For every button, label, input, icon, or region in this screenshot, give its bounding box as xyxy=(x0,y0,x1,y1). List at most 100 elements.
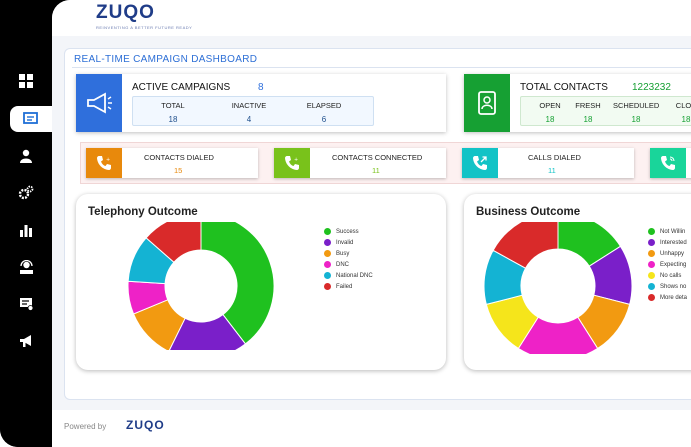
contacts-dialed-card[interactable]: + CONTACTS DIALED 15 xyxy=(86,148,258,178)
active-campaigns-card[interactable]: ACTIVE CAMPAIGNS 8 TOTAL 18 INACTIVE 4 ELA… xyxy=(76,74,446,132)
business-donut-chart xyxy=(483,222,633,354)
phone-icon: + xyxy=(86,148,122,178)
total-contacts-card[interactable]: TOTAL CONTACTS 1223232 OPEN 18 FRESH 18 SC… xyxy=(464,74,691,132)
stat-label: SCHEDULED xyxy=(613,101,660,110)
stat-value: 4 xyxy=(246,115,252,124)
stat-open: OPEN 18 xyxy=(535,101,565,124)
legend-item: More deta xyxy=(648,292,687,303)
ringing-phone-icon xyxy=(650,148,686,178)
gears-icon[interactable] xyxy=(12,180,40,206)
legend-label: Success xyxy=(336,228,359,235)
legend-label: Interested xyxy=(660,239,687,246)
legend-item: Failed xyxy=(324,281,373,292)
legend-swatch xyxy=(648,272,655,279)
legend-swatch xyxy=(648,239,655,246)
legend-swatch xyxy=(648,261,655,268)
stat-label: ELAPSED xyxy=(306,101,342,110)
legend-swatch xyxy=(324,272,331,279)
bar-chart-icon[interactable] xyxy=(12,217,40,243)
legend-swatch xyxy=(324,261,331,268)
legend-swatch xyxy=(648,294,655,301)
total-contacts-label: TOTAL CONTACTS xyxy=(520,82,608,93)
stat-label: TOTAL xyxy=(161,101,185,110)
stat-label: INACTIVE xyxy=(231,101,267,110)
telephony-legend: Success Invalid Busy DNC National DNC Fa… xyxy=(324,226,373,292)
stat-value: 18 xyxy=(545,115,555,124)
stat-fresh: FRESH 18 xyxy=(571,101,605,124)
business-legend: Not Willin Interested Unhappy Expecting … xyxy=(648,226,687,303)
contacts-connected-card[interactable]: + CONTACTS CONNECTED 11 xyxy=(274,148,446,178)
svg-text:+: + xyxy=(294,157,298,163)
user-icon[interactable] xyxy=(12,143,40,169)
calls-dialed-value: 11 xyxy=(548,166,556,175)
sidebar xyxy=(0,0,52,447)
chart-title: Business Outcome xyxy=(476,206,581,218)
legend-item: Expecting xyxy=(648,259,687,270)
legend-label: Unhappy xyxy=(660,250,685,257)
legend-swatch xyxy=(648,283,655,290)
legend-label: Invalid xyxy=(336,239,354,246)
stat-value: 18 xyxy=(631,115,641,124)
legend-label: Shows no xyxy=(660,283,687,290)
phone-icon: + xyxy=(274,148,310,178)
report-icon[interactable] xyxy=(12,291,40,317)
legend-label: DNC xyxy=(336,261,349,268)
powered-by-text: Powered by xyxy=(64,422,107,431)
legend-item: National DNC xyxy=(324,270,373,281)
stat-closed: CLOS 18 xyxy=(671,101,691,124)
legend-swatch xyxy=(324,239,331,246)
megaphone-icon[interactable] xyxy=(12,328,40,354)
business-outcome-card: Business Outcome Not Willin Interested U… xyxy=(464,194,691,370)
legend-item: Success xyxy=(324,226,373,237)
stat-value: 6 xyxy=(321,115,327,124)
stat-value: 18 xyxy=(681,115,691,124)
legend-item: Unhappy xyxy=(648,248,687,259)
campaign-stats-box: TOTAL 18 INACTIVE 4 ELAPSED 6 xyxy=(132,96,374,126)
brand-tagline: REINVENTING A BETTER FUTURE READY xyxy=(96,25,193,30)
legend-item: Busy xyxy=(324,248,373,259)
legend-label: Busy xyxy=(336,250,350,257)
contacts-dialed-value: 15 xyxy=(174,166,183,175)
calls-dialed-card[interactable]: CALLS DIALED 11 xyxy=(462,148,634,178)
stat-label: OPEN xyxy=(539,101,561,110)
calls-card-partial[interactable] xyxy=(650,148,691,178)
footer-logo[interactable]: ZUQO xyxy=(126,418,165,432)
contact-book-icon xyxy=(464,74,510,132)
footer: Powered by ZUQO xyxy=(52,410,691,447)
brand-logo[interactable]: ZUQO xyxy=(96,2,155,24)
title-divider xyxy=(72,67,691,68)
telephony-donut-chart xyxy=(127,222,275,350)
monitor-icon[interactable] xyxy=(10,106,52,132)
telephony-outcome-card: Telephony Outcome Success Invalid Busy D… xyxy=(76,194,446,370)
legend-item: Shows no xyxy=(648,281,687,292)
megaphone-icon xyxy=(76,74,122,132)
legend-item: Invalid xyxy=(324,237,373,248)
legend-label: National DNC xyxy=(336,272,373,279)
svg-text:+: + xyxy=(106,157,110,163)
total-contacts-count: 1223232 xyxy=(632,82,671,93)
calls-dialed-label: CALLS DIALED xyxy=(528,153,581,162)
stat-value: 18 xyxy=(168,115,178,124)
grid-icon[interactable] xyxy=(12,68,40,94)
main-area: ZUQO REINVENTING A BETTER FUTURE READY R… xyxy=(52,0,691,447)
stat-elapsed: ELAPSED 6 xyxy=(301,101,347,124)
stat-scheduled: SCHEDULED 18 xyxy=(613,101,659,124)
legend-item: No calls xyxy=(648,270,687,281)
legend-swatch xyxy=(648,250,655,257)
active-campaigns-count: 8 xyxy=(258,82,264,93)
outgoing-call-icon xyxy=(462,148,498,178)
legend-label: No calls xyxy=(660,272,682,279)
legend-label: Not Willin xyxy=(660,228,686,235)
contacts-dialed-label: CONTACTS DIALED xyxy=(144,153,214,162)
legend-swatch xyxy=(324,283,331,290)
legend-swatch xyxy=(648,228,655,235)
legend-item: Interested xyxy=(648,237,687,248)
contact-stats-box: OPEN 18 FRESH 18 SCHEDULED 18 CLOS 18 xyxy=(520,96,691,126)
agent-icon[interactable] xyxy=(12,254,40,280)
legend-swatch xyxy=(324,250,331,257)
contacts-connected-value: 11 xyxy=(372,166,380,175)
legend-item: Not Willin xyxy=(648,226,687,237)
active-campaigns-label: ACTIVE CAMPAIGNS xyxy=(132,82,231,93)
stat-total: TOTAL 18 xyxy=(153,101,193,124)
stat-inactive: INACTIVE 4 xyxy=(227,101,271,124)
